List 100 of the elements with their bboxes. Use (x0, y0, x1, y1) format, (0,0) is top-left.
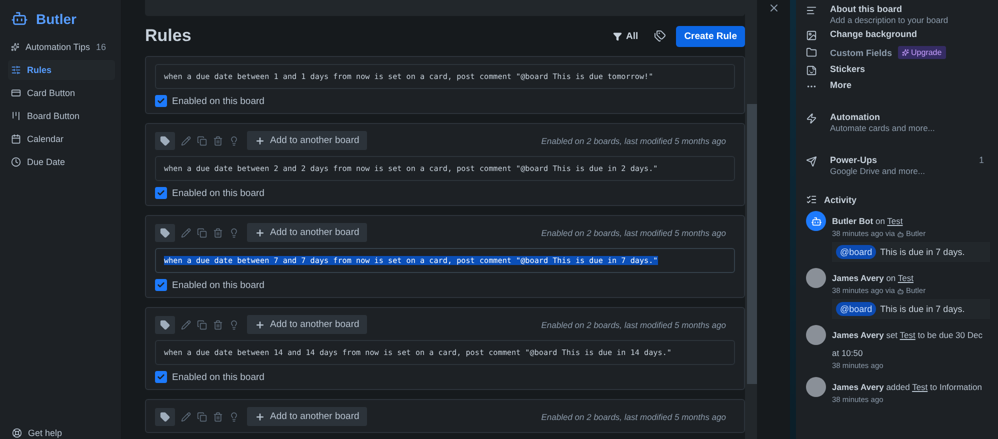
sidebar-item[interactable]: Automation Tips 16 (8, 37, 115, 57)
board-menu-item[interactable]: Stickers (806, 64, 990, 76)
copy-button[interactable] (197, 412, 207, 422)
clock-icon (11, 157, 21, 167)
pencil-icon (181, 136, 191, 146)
board-menu-item[interactable]: Custom Fields Upgrade (806, 46, 990, 59)
add-to-board-button[interactable]: Add to another board (247, 315, 368, 334)
tags-button[interactable] (654, 30, 666, 42)
comment-text: This is due in 7 days. (880, 304, 965, 314)
sidebar-item[interactable]: Due Date (8, 152, 115, 172)
activity-text: James Avery added Test to Information (832, 382, 982, 392)
copy-button[interactable] (197, 136, 207, 146)
user-avatar (806, 377, 826, 397)
lightbulb-button[interactable] (229, 412, 239, 422)
edit-button[interactable] (181, 412, 191, 422)
delete-button[interactable] (213, 320, 223, 330)
help-link[interactable]: Get help (28, 428, 62, 438)
check-icon (157, 189, 165, 197)
lightning-icon (806, 113, 817, 124)
board-menu-item[interactable]: More (806, 80, 990, 92)
sidebar-item[interactable]: Rules (8, 60, 115, 80)
board-menu-item[interactable]: About this board Add a description to your board (806, 4, 990, 25)
user-avatar (806, 268, 826, 288)
help-icon (12, 428, 22, 438)
check-icon (157, 97, 165, 105)
enabled-label: Enabled on this board (172, 96, 264, 106)
sidebar-item[interactable]: Board Button (8, 106, 115, 126)
tag-icon (160, 320, 170, 330)
rule-meta: Enabled on 2 boards, last modified 5 months ago (541, 320, 726, 330)
card-link[interactable]: Test (900, 330, 916, 340)
enabled-checkbox[interactable] (155, 187, 167, 199)
copy-button[interactable] (197, 228, 207, 238)
plus-icon (255, 228, 265, 238)
sidebar-item[interactable]: Calendar (8, 129, 115, 149)
edit-button[interactable] (181, 136, 191, 146)
lightbulb-button[interactable] (229, 136, 239, 146)
pencil-icon (181, 228, 191, 238)
create-rule-button[interactable]: Create Rule (676, 26, 745, 46)
menu-item-subtitle: Add a description to your board (830, 15, 950, 25)
enabled-label: Enabled on this board (172, 188, 264, 198)
plus-icon (255, 412, 265, 422)
enabled-label: Enabled on this board (172, 372, 264, 382)
tag-button[interactable] (155, 224, 175, 242)
trash-icon (213, 412, 223, 422)
card-link[interactable]: Test (887, 216, 903, 226)
tips-count: 16 (96, 42, 106, 52)
plus-icon (255, 136, 265, 146)
add-to-board-button[interactable]: Add to another board (247, 131, 368, 150)
enabled-checkbox[interactable] (155, 371, 167, 383)
card-link[interactable]: Test (898, 273, 914, 283)
calendar-icon (11, 134, 21, 144)
check-icon (157, 281, 165, 289)
close-button[interactable] (768, 2, 780, 14)
delete-button[interactable] (213, 228, 223, 238)
trash-icon (213, 320, 223, 330)
card-icon (11, 88, 21, 98)
lightbulb-icon (229, 228, 239, 238)
copy-icon (197, 320, 207, 330)
board-menu-item[interactable]: Power-Ups Google Drive and more... 1 (806, 155, 990, 176)
add-to-board-button[interactable]: Add to another board (247, 223, 368, 242)
lightbulb-icon (229, 136, 239, 146)
activity-text: James Avery on Test (832, 273, 914, 283)
folder-icon (806, 47, 817, 58)
activity-icon (806, 194, 817, 205)
add-to-board-button[interactable]: Add to another board (247, 407, 368, 426)
enabled-checkbox[interactable] (155, 95, 167, 107)
copy-icon (197, 228, 207, 238)
rule-meta: Enabled on 2 boards, last modified 5 months ago (541, 228, 726, 238)
sparkle-icon (902, 49, 910, 56)
robot-icon (896, 230, 904, 238)
upgrade-badge[interactable]: Upgrade (898, 46, 946, 59)
activity-title: Activity (824, 194, 857, 204)
edit-button[interactable] (181, 228, 191, 238)
trash-icon (213, 228, 223, 238)
tag-button[interactable] (155, 132, 175, 150)
board-menu-item[interactable]: Automation Automate cards and more... (806, 112, 990, 133)
image-icon (806, 30, 817, 41)
mention-tag: @board (836, 302, 876, 316)
delete-button[interactable] (213, 412, 223, 422)
tag-button[interactable] (155, 408, 175, 426)
scrollbar[interactable] (745, 0, 757, 439)
enabled-checkbox[interactable] (155, 279, 167, 291)
board-menu-item[interactable]: Change background (806, 29, 990, 41)
user-avatar (806, 325, 826, 345)
lightbulb-button[interactable] (229, 320, 239, 330)
copy-button[interactable] (197, 320, 207, 330)
tag-button[interactable] (155, 316, 175, 334)
sidebar-item[interactable]: Card Button (8, 83, 115, 103)
plus-icon (255, 320, 265, 330)
pencil-icon (181, 320, 191, 330)
edit-button[interactable] (181, 320, 191, 330)
board-icon (11, 111, 21, 121)
sliders-icon (11, 65, 21, 75)
filter-button[interactable]: All (607, 30, 644, 42)
card-link[interactable]: Test (912, 382, 928, 392)
tag-icon (160, 228, 170, 238)
tag-icon (160, 136, 170, 146)
lightbulb-button[interactable] (229, 228, 239, 238)
delete-button[interactable] (213, 136, 223, 146)
lightbulb-icon (229, 320, 239, 330)
